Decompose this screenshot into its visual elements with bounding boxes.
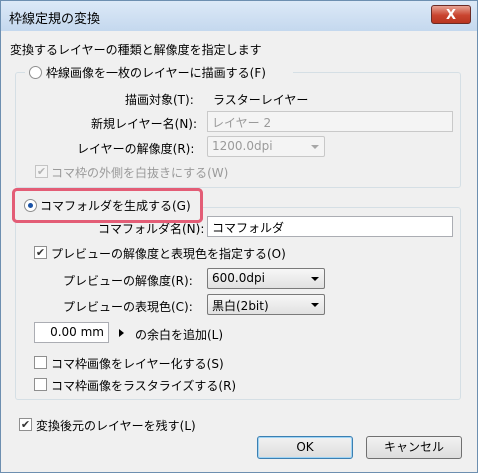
draw-layer-label: 枠線画像を一枚のレイヤーに描画する(F) (46, 66, 266, 80)
arrow-right-icon[interactable] (119, 329, 124, 337)
folder-name-input[interactable]: コマフォルダ (207, 216, 453, 237)
close-icon: X (445, 8, 457, 23)
new-layer-name-input[interactable]: レイヤー 2 (207, 111, 453, 132)
convert-frame-ruler-dialog: 枠線定規の変換 X 変換するレイヤーの種類と解像度を指定します 枠線画像を一枚の… (0, 0, 478, 473)
instruction-text: 変換するレイヤーの種類と解像度を指定します (10, 43, 262, 57)
layer-resolution-value: 1200.0dpi (212, 139, 273, 153)
keep-source-label: 変換後元のレイヤーを残す(L) (36, 419, 196, 433)
new-layer-name-label: 新規レイヤー名(N): (91, 117, 198, 131)
preview-color-value: 黒白(2bit) (212, 299, 269, 313)
rasterize-checkbox[interactable] (34, 378, 47, 391)
draw-layer-option[interactable]: 枠線画像を一枚のレイヤーに描画する(F) (25, 63, 293, 81)
margin-label: の余白を追加(L) (135, 328, 224, 342)
ok-button[interactable]: OK (257, 436, 353, 459)
draw-target-label: 描画対象(T): (125, 93, 194, 107)
draw-layer-radio[interactable] (29, 66, 42, 79)
cancel-button[interactable]: キャンセル (366, 436, 462, 459)
preview-resolution-select[interactable]: 600.0dpi (207, 268, 325, 289)
margin-input[interactable]: 0.00 mm (34, 322, 109, 343)
preview-resolution-value: 600.0dpi (212, 271, 265, 285)
outside-white-checkbox[interactable]: ✔ (35, 165, 48, 178)
layer-resolution-label: レイヤーの解像度(R): (77, 142, 195, 156)
dialog-title: 枠線定規の変換 (9, 12, 101, 27)
layer-resolution-select[interactable]: 1200.0dpi (207, 136, 325, 157)
rasterize-label: コマ枠画像をラスタライズする(R) (51, 379, 237, 393)
preview-resolution-label: プレビューの解像度(R): (63, 274, 193, 288)
to-layer-checkbox[interactable] (34, 356, 47, 369)
keep-source-checkbox[interactable]: ✔ (19, 418, 32, 431)
title-bar: 枠線定規の変換 X (1, 1, 477, 31)
preview-settings-label: プレビューの解像度と表現色を指定する(O) (51, 247, 286, 261)
preview-color-label: プレビューの表現色(C): (63, 300, 193, 314)
preview-settings-checkbox[interactable]: ✔ (34, 246, 47, 259)
chevron-down-icon (311, 145, 319, 149)
to-layer-label: コマ枠画像をレイヤー化する(S) (51, 357, 224, 371)
chevron-down-icon (311, 303, 319, 307)
preview-color-select[interactable]: 黒白(2bit) (207, 294, 325, 315)
draw-target-value: ラスターレイヤー (213, 93, 309, 107)
close-button[interactable]: X (431, 5, 471, 24)
outside-white-label: コマ枠の外側を白抜きにする(W) (51, 166, 229, 180)
chevron-down-icon (311, 277, 319, 281)
